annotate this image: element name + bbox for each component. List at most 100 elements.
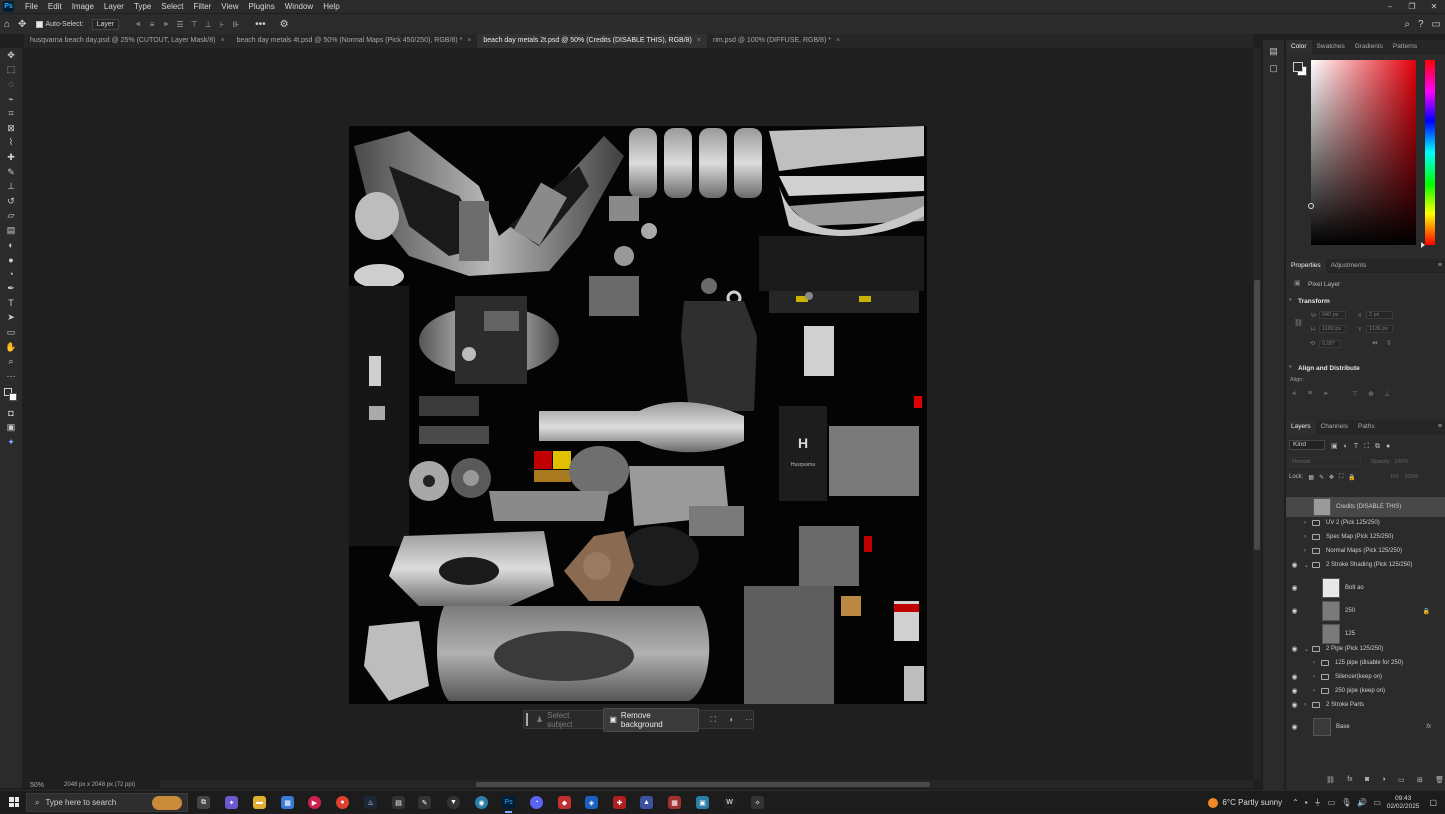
chevron-right-icon[interactable]: › — [1304, 520, 1306, 526]
more-icon[interactable]: ··· — [745, 715, 753, 724]
layer-row[interactable]: ◉ ⌄ 2 Stroke Shading (Pick 125/250) — [1286, 558, 1445, 572]
link-icon[interactable]: ⛓ — [1294, 319, 1303, 327]
history-icon[interactable]: ▤ — [1263, 46, 1284, 57]
layer-row[interactable]: ◉ › 125 pipe (disable for 250) — [1286, 656, 1445, 670]
visibility-eye-icon[interactable]: ◉ — [1290, 701, 1299, 709]
media-player-icon[interactable]: ▶ — [308, 796, 321, 809]
close-icon[interactable]: ✕ — [1423, 0, 1445, 13]
type-tool-icon[interactable]: T — [0, 296, 22, 311]
sponge-tool-icon[interactable]: ◔ — [0, 267, 22, 282]
hue-slider[interactable] — [1421, 60, 1435, 248]
zoom-tool-icon[interactable]: ⌕ — [0, 354, 22, 369]
app-icon-5[interactable]: ◈ — [585, 796, 598, 809]
search-icon[interactable]: ⌕ — [1404, 19, 1410, 30]
chevron-right-icon[interactable]: › — [1304, 548, 1306, 554]
add-mask-icon[interactable]: ◙ — [1365, 776, 1369, 784]
quick-mask-icon[interactable]: ◘ — [0, 406, 22, 421]
menu-window[interactable]: Window — [280, 0, 318, 13]
visibility-eye-icon[interactable]: ◉ — [1290, 673, 1299, 681]
layer-style-icon[interactable]: fx — [1347, 776, 1352, 784]
visibility-eye-icon[interactable]: ◉ — [1290, 723, 1299, 731]
move-tool-icon[interactable]: ✥ — [18, 19, 26, 30]
tab-paths[interactable]: Paths — [1353, 420, 1380, 434]
align-top-icon[interactable]: ⊤ — [187, 19, 201, 30]
layer-row[interactable]: ◉ › Silencer(keep on) — [1286, 670, 1445, 684]
visibility-eye-icon[interactable]: ◉ — [1290, 645, 1299, 653]
layer-row[interactable]: ◉ Credits (DISABLE THIS) — [1286, 497, 1445, 517]
transform-icon[interactable]: ⛶ — [711, 715, 717, 725]
photoshop-app-icon[interactable]: Ps — [502, 796, 515, 813]
align-vcenter-icon[interactable]: ⊕ — [1368, 390, 1374, 398]
menu-type[interactable]: Type — [129, 0, 156, 13]
quick-select-tool-icon[interactable]: ⌁ — [0, 92, 22, 107]
layer-row[interactable]: ◉ Bolt ao — [1286, 577, 1445, 599]
blur-tool-icon[interactable]: ◐ — [0, 238, 22, 253]
align-right-icon[interactable]: ⫸ — [159, 19, 173, 30]
visibility-eye-icon[interactable]: ◉ — [1290, 584, 1299, 592]
eraser-tool-icon[interactable]: ▱ — [0, 209, 22, 224]
rectangle-tool-icon[interactable]: ▭ — [0, 325, 22, 340]
steam-icon[interactable]: ♨ — [364, 796, 377, 809]
align-bottom-icon[interactable]: ⊦ — [215, 19, 229, 30]
app-icon-8[interactable]: ▦ — [668, 796, 681, 809]
distribute-vertical-icon[interactable]: ⊪ — [229, 19, 243, 30]
hue-slider-handle[interactable] — [1421, 242, 1425, 248]
visibility-eye-icon[interactable]: ◉ — [1290, 659, 1299, 667]
clock[interactable]: 09:43 02/02/2025 — [1387, 795, 1420, 811]
mic-icon[interactable]: 🎙 — [1341, 798, 1351, 807]
help-icon[interactable]: ? — [1418, 19, 1424, 30]
layer-row[interactable]: ◉ › Spec Map (Pick 125/250) — [1286, 530, 1445, 544]
usb-icon[interactable]: ⏚ — [1314, 797, 1322, 808]
file-explorer-icon[interactable]: ▬ — [253, 796, 266, 809]
copilot-icon[interactable]: ✦ — [225, 796, 238, 809]
chrome-icon[interactable]: ● — [336, 796, 349, 809]
lock-artboard-icon[interactable]: ⛶ — [1339, 474, 1343, 481]
store-icon[interactable]: ▦ — [281, 796, 294, 809]
filter-smart-icon[interactable]: ⧉ — [1375, 443, 1380, 450]
layer-row[interactable]: ◉ ⌄ 2 Pipe (Pick 125/250) — [1286, 642, 1445, 656]
app-icon-7[interactable]: ▲ — [640, 796, 653, 809]
flip-vertical-icon[interactable]: ⇳ — [1386, 339, 1392, 347]
auto-select-checkbox[interactable]: Auto-Select: — [36, 20, 84, 28]
align-top-icon[interactable]: ⊤ — [1352, 390, 1358, 398]
tab-properties[interactable]: Properties — [1286, 258, 1326, 273]
task-view-icon[interactable]: ⧉ — [197, 796, 210, 809]
frame-tool-icon[interactable]: ⊠ — [0, 121, 22, 136]
visibility-eye-icon[interactable]: ◉ — [1290, 561, 1299, 569]
visibility-eye-icon[interactable]: ◉ — [1290, 547, 1299, 555]
height-field[interactable]: 1180 px — [1319, 325, 1346, 333]
auto-select-target-dropdown[interactable]: Layer — [91, 18, 120, 30]
x-field[interactable]: 2 px — [1366, 311, 1393, 319]
windows-start-icon[interactable] — [9, 797, 19, 807]
layer-row[interactable]: ◉ 250 🔒 — [1286, 600, 1445, 622]
layer-effects-icon[interactable]: fx — [1426, 724, 1431, 730]
close-tab-icon[interactable]: × — [836, 34, 840, 48]
chevron-right-icon[interactable]: › — [1313, 660, 1315, 666]
clone-stamp-tool-icon[interactable]: ⊥ — [0, 179, 22, 194]
game-icon[interactable]: ◆ — [558, 796, 571, 809]
path-select-tool-icon[interactable]: ➤ — [0, 311, 22, 326]
align-left-icon[interactable]: ⫷ — [131, 19, 145, 30]
move-tool-icon[interactable]: ✥ — [0, 48, 22, 63]
app-icon-3[interactable]: ▼ — [447, 796, 460, 809]
app-icon-11[interactable]: ✧ — [751, 796, 764, 809]
width-field[interactable]: 940 px — [1319, 311, 1346, 319]
visibility-eye-icon[interactable]: ◉ — [1290, 533, 1299, 541]
tab-gradients[interactable]: Gradients — [1350, 40, 1388, 54]
chevron-right-icon[interactable]: › — [1304, 534, 1306, 540]
menu-plugins[interactable]: Plugins — [244, 0, 280, 13]
workspace-icon[interactable]: ▭ — [1432, 19, 1441, 30]
doc-tab-metals-2t[interactable]: beach day metals 2t.psd @ 50% (Credits (… — [477, 34, 707, 48]
tab-layers[interactable]: Layers — [1286, 419, 1316, 434]
taskbar-search-box[interactable]: ⌕ Type here to search — [26, 793, 188, 812]
foreground-color-swatch[interactable] — [1293, 62, 1303, 72]
close-tab-icon[interactable]: × — [220, 34, 224, 48]
visibility-eye-icon[interactable]: ◉ — [1290, 519, 1299, 527]
settings-gear-icon[interactable]: ⚙ — [280, 19, 289, 30]
app-icon-2[interactable]: ✎ — [418, 796, 431, 809]
tab-swatches[interactable]: Swatches — [1312, 40, 1350, 54]
y-field[interactable]: 1136 px — [1366, 325, 1393, 333]
checkbox-box[interactable] — [36, 20, 44, 28]
distribute-icon[interactable]: ☰ — [173, 19, 187, 30]
align-middle-icon[interactable]: ⊥ — [201, 19, 215, 30]
